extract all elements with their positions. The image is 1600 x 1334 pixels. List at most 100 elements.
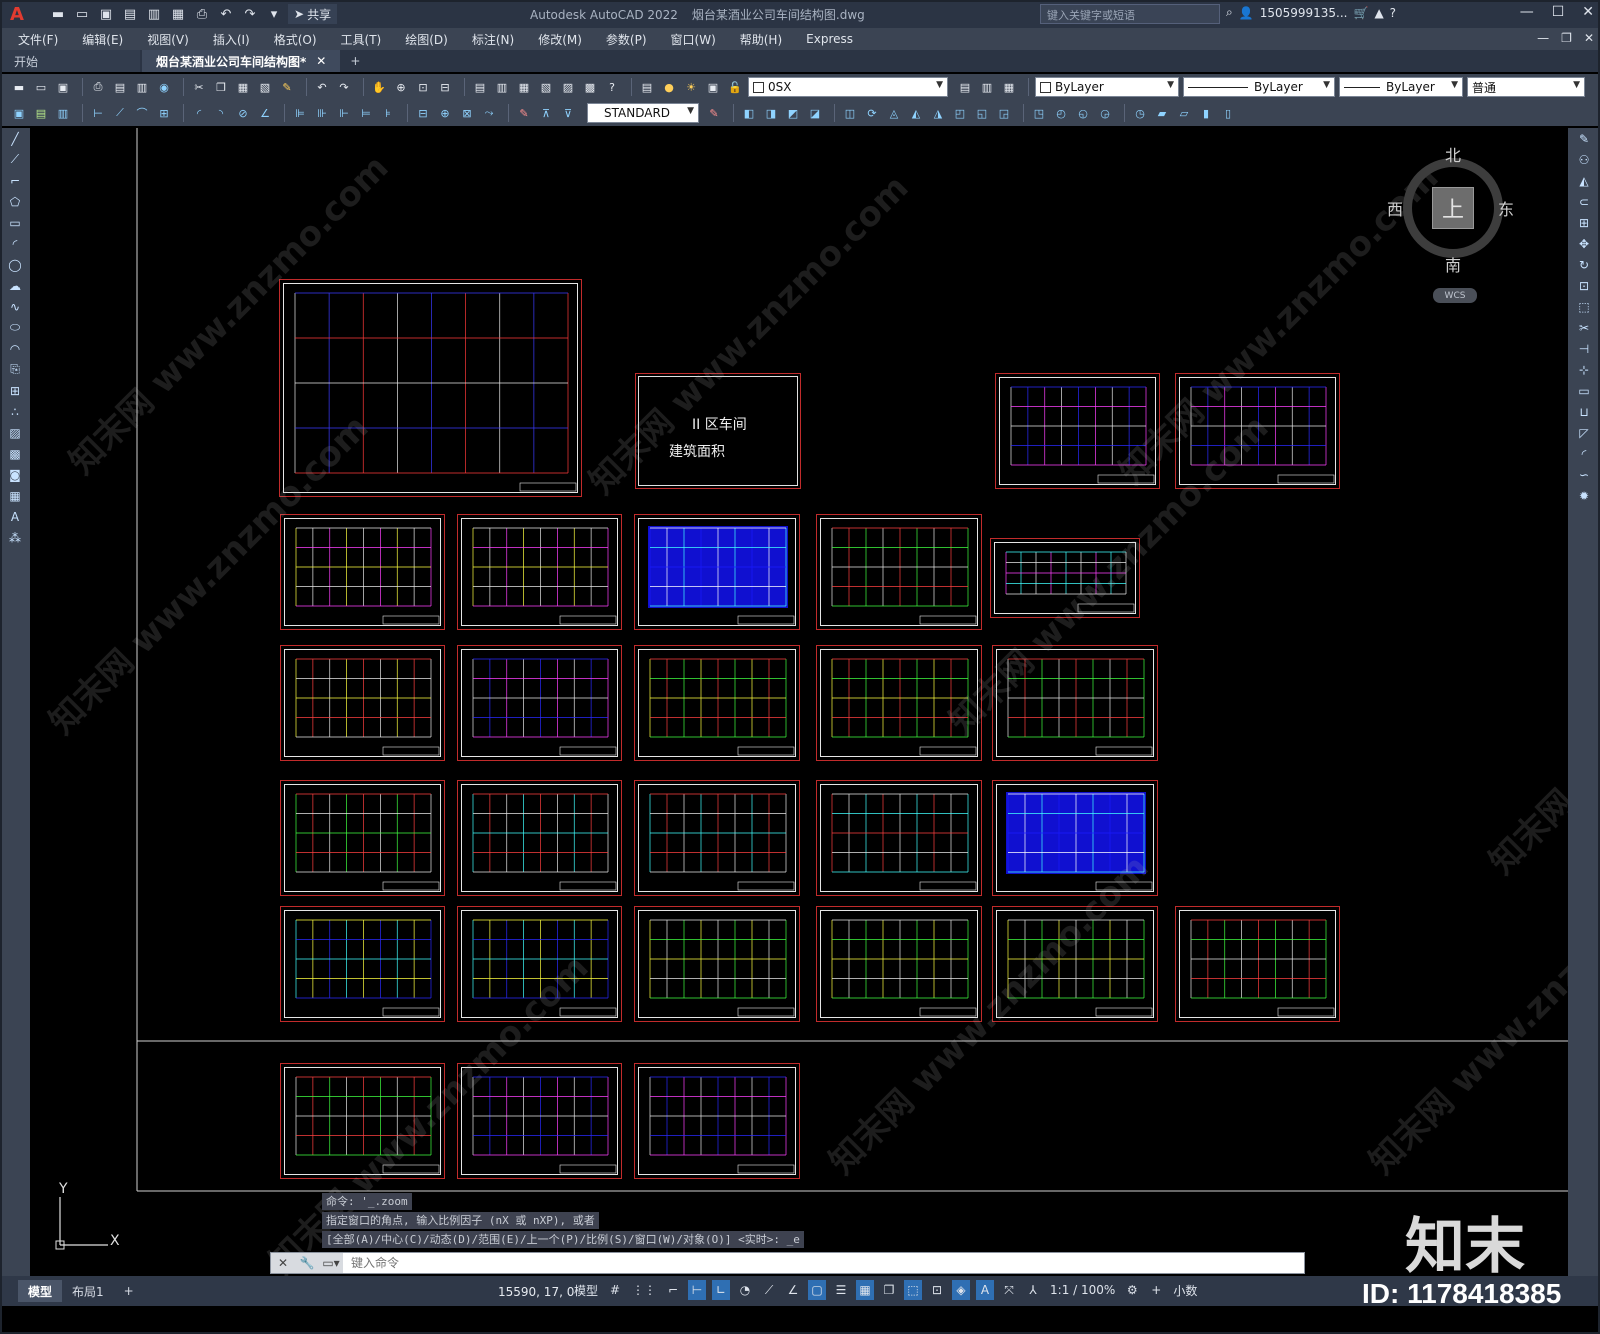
- pan-icon[interactable]: ✋: [370, 78, 388, 96]
- table-icon[interactable]: ▦: [0, 485, 30, 506]
- doc-close-icon[interactable]: ✕: [1584, 31, 1594, 45]
- drawing-sheet[interactable]: [990, 538, 1140, 618]
- command-input[interactable]: [343, 1253, 1304, 1273]
- drawing-sheet[interactable]: [634, 780, 800, 896]
- drawing-sheet[interactable]: [457, 1063, 622, 1179]
- camera-icon[interactable]: ▯: [1219, 104, 1237, 122]
- user-name[interactable]: 1505999135...: [1260, 6, 1348, 20]
- dimension-space-icon[interactable]: ⊨: [357, 104, 375, 122]
- drawing-sheet[interactable]: [992, 906, 1158, 1022]
- compass-east[interactable]: 东: [1498, 196, 1514, 220]
- annotation-visibility-icon[interactable]: A: [976, 1280, 995, 1300]
- snap-icon[interactable]: ⋮⋮: [630, 1280, 658, 1300]
- sweep-icon[interactable]: ◬: [885, 104, 903, 122]
- menu-view[interactable]: 视图(V): [147, 31, 189, 48]
- menu-insert[interactable]: 插入(I): [213, 31, 250, 48]
- box-icon[interactable]: ◧: [740, 104, 758, 122]
- transparency-icon[interactable]: ▦: [856, 1280, 875, 1300]
- properties-icon[interactable]: ▤: [471, 78, 489, 96]
- design-center-icon[interactable]: ▥: [493, 78, 511, 96]
- move-icon[interactable]: ✥: [1568, 233, 1600, 254]
- chamfer-icon[interactable]: ◸: [1568, 422, 1600, 443]
- 3d-align-icon[interactable]: ◵: [1074, 104, 1092, 122]
- linear-dimension-icon[interactable]: ⊢: [89, 104, 107, 122]
- dimension-break-icon[interactable]: ⊧: [379, 104, 397, 122]
- offset-icon[interactable]: ⊂: [1568, 191, 1600, 212]
- 3d-move-icon[interactable]: ◳: [1030, 104, 1048, 122]
- drawing-sheet[interactable]: [279, 279, 582, 497]
- drawing-sheet[interactable]: [816, 645, 982, 761]
- markup-icon[interactable]: ▨: [559, 78, 577, 96]
- angular-dimension-icon[interactable]: ∠: [256, 104, 274, 122]
- cut-icon[interactable]: ✂: [190, 78, 208, 96]
- drawing-sheet[interactable]: [1175, 373, 1340, 489]
- drawing-sheet[interactable]: [816, 514, 982, 630]
- break-at-point-icon[interactable]: ⊹: [1568, 359, 1600, 380]
- selection-filter-icon[interactable]: ◈: [952, 1280, 971, 1300]
- plot-icon[interactable]: ⎙: [89, 78, 107, 96]
- layer-combo[interactable]: 0SX ▼: [748, 77, 948, 97]
- selection-icon[interactable]: ▥: [54, 104, 72, 122]
- continue-dimension-icon[interactable]: ⊩: [335, 104, 353, 122]
- jogged-dimension-icon[interactable]: ◝: [212, 104, 230, 122]
- drawing-sheet[interactable]: [992, 780, 1158, 896]
- tab-layout1[interactable]: 布局1: [62, 1280, 114, 1302]
- drawing-sheet[interactable]: [634, 1063, 800, 1179]
- ortho-icon[interactable]: ∟: [712, 1280, 731, 1300]
- point-icon[interactable]: ∴: [0, 401, 30, 422]
- doc-minimize-icon[interactable]: —: [1537, 31, 1549, 45]
- save-icon[interactable]: ▣: [54, 78, 72, 96]
- add-layout-button[interactable]: +: [114, 1280, 144, 1302]
- arc-length-icon[interactable]: ⌒: [133, 104, 151, 122]
- plot-preview-icon[interactable]: ▤: [111, 78, 129, 96]
- zoom-previous-icon[interactable]: ⊟: [436, 78, 454, 96]
- arc-icon[interactable]: ◜: [0, 233, 30, 254]
- line-icon[interactable]: ╱: [0, 128, 30, 149]
- paste-icon[interactable]: ▦: [234, 78, 252, 96]
- diameter-dimension-icon[interactable]: ⊘: [234, 104, 252, 122]
- polar-tracking-icon[interactable]: ◔: [736, 1280, 754, 1300]
- new-tab-button[interactable]: +: [342, 50, 368, 72]
- ordinate-dimension-icon[interactable]: ⊞: [155, 104, 173, 122]
- sphere-icon[interactable]: ◪: [806, 104, 824, 122]
- undo-icon[interactable]: ↶: [216, 4, 236, 24]
- copy-object-icon[interactable]: ⚇: [1568, 149, 1600, 170]
- flatshot-icon[interactable]: ▮: [1197, 104, 1215, 122]
- redo-icon[interactable]: ↷: [335, 78, 353, 96]
- drawing-sheet[interactable]: [280, 645, 445, 761]
- sheet-set-icon[interactable]: ▧: [537, 78, 555, 96]
- undo-icon[interactable]: ↶: [313, 78, 331, 96]
- open-file-icon[interactable]: ▭: [72, 4, 92, 24]
- maximize-icon[interactable]: ☐: [1552, 4, 1565, 20]
- drawing-sheet[interactable]: [457, 780, 622, 896]
- drawing-sheet[interactable]: [280, 906, 445, 1022]
- region-icon[interactable]: ◙: [0, 464, 30, 485]
- scale-icon[interactable]: ⊡: [1568, 275, 1600, 296]
- rectangle-icon[interactable]: ▭: [0, 212, 30, 233]
- workspace-icon[interactable]: ▣: [10, 104, 28, 122]
- cart-icon[interactable]: 🛒: [1353, 6, 1368, 20]
- layer-viewport-icon[interactable]: ▣: [704, 78, 722, 96]
- open-icon[interactable]: ▭: [32, 78, 50, 96]
- drawing-sheet[interactable]: [816, 780, 982, 896]
- view-cube[interactable]: 上 北 南 东 西: [1387, 146, 1514, 275]
- drawing-sheet[interactable]: [1175, 906, 1340, 1022]
- model-space-toggle[interactable]: 模型: [572, 1280, 600, 1300]
- tool-palettes-icon[interactable]: ▦: [515, 78, 533, 96]
- object-snap-tracking-icon[interactable]: ∠: [784, 1280, 802, 1300]
- intersect-icon[interactable]: ◱: [973, 104, 991, 122]
- menu-modify[interactable]: 修改(M): [538, 31, 582, 48]
- redo-icon[interactable]: ↷: [240, 4, 260, 24]
- circle-icon[interactable]: ◯: [0, 254, 30, 275]
- quickcalc-icon[interactable]: ▩: [581, 78, 599, 96]
- cursor-coordinates[interactable]: 15590, 17, 0: [498, 1285, 574, 1299]
- tolerance-icon[interactable]: ⊟: [414, 104, 432, 122]
- color-combo[interactable]: ByLayer ▼: [1035, 77, 1179, 97]
- quick-select-icon[interactable]: ▤: [32, 104, 50, 122]
- drawing-sheet[interactable]: [992, 645, 1158, 761]
- menu-window[interactable]: 窗口(W): [671, 31, 716, 48]
- polygon-icon[interactable]: ⬠: [0, 191, 30, 212]
- drawing-sheet[interactable]: [280, 1063, 445, 1179]
- drawing-sheet[interactable]: [457, 906, 622, 1022]
- fillet-icon[interactable]: ◜: [1568, 443, 1600, 464]
